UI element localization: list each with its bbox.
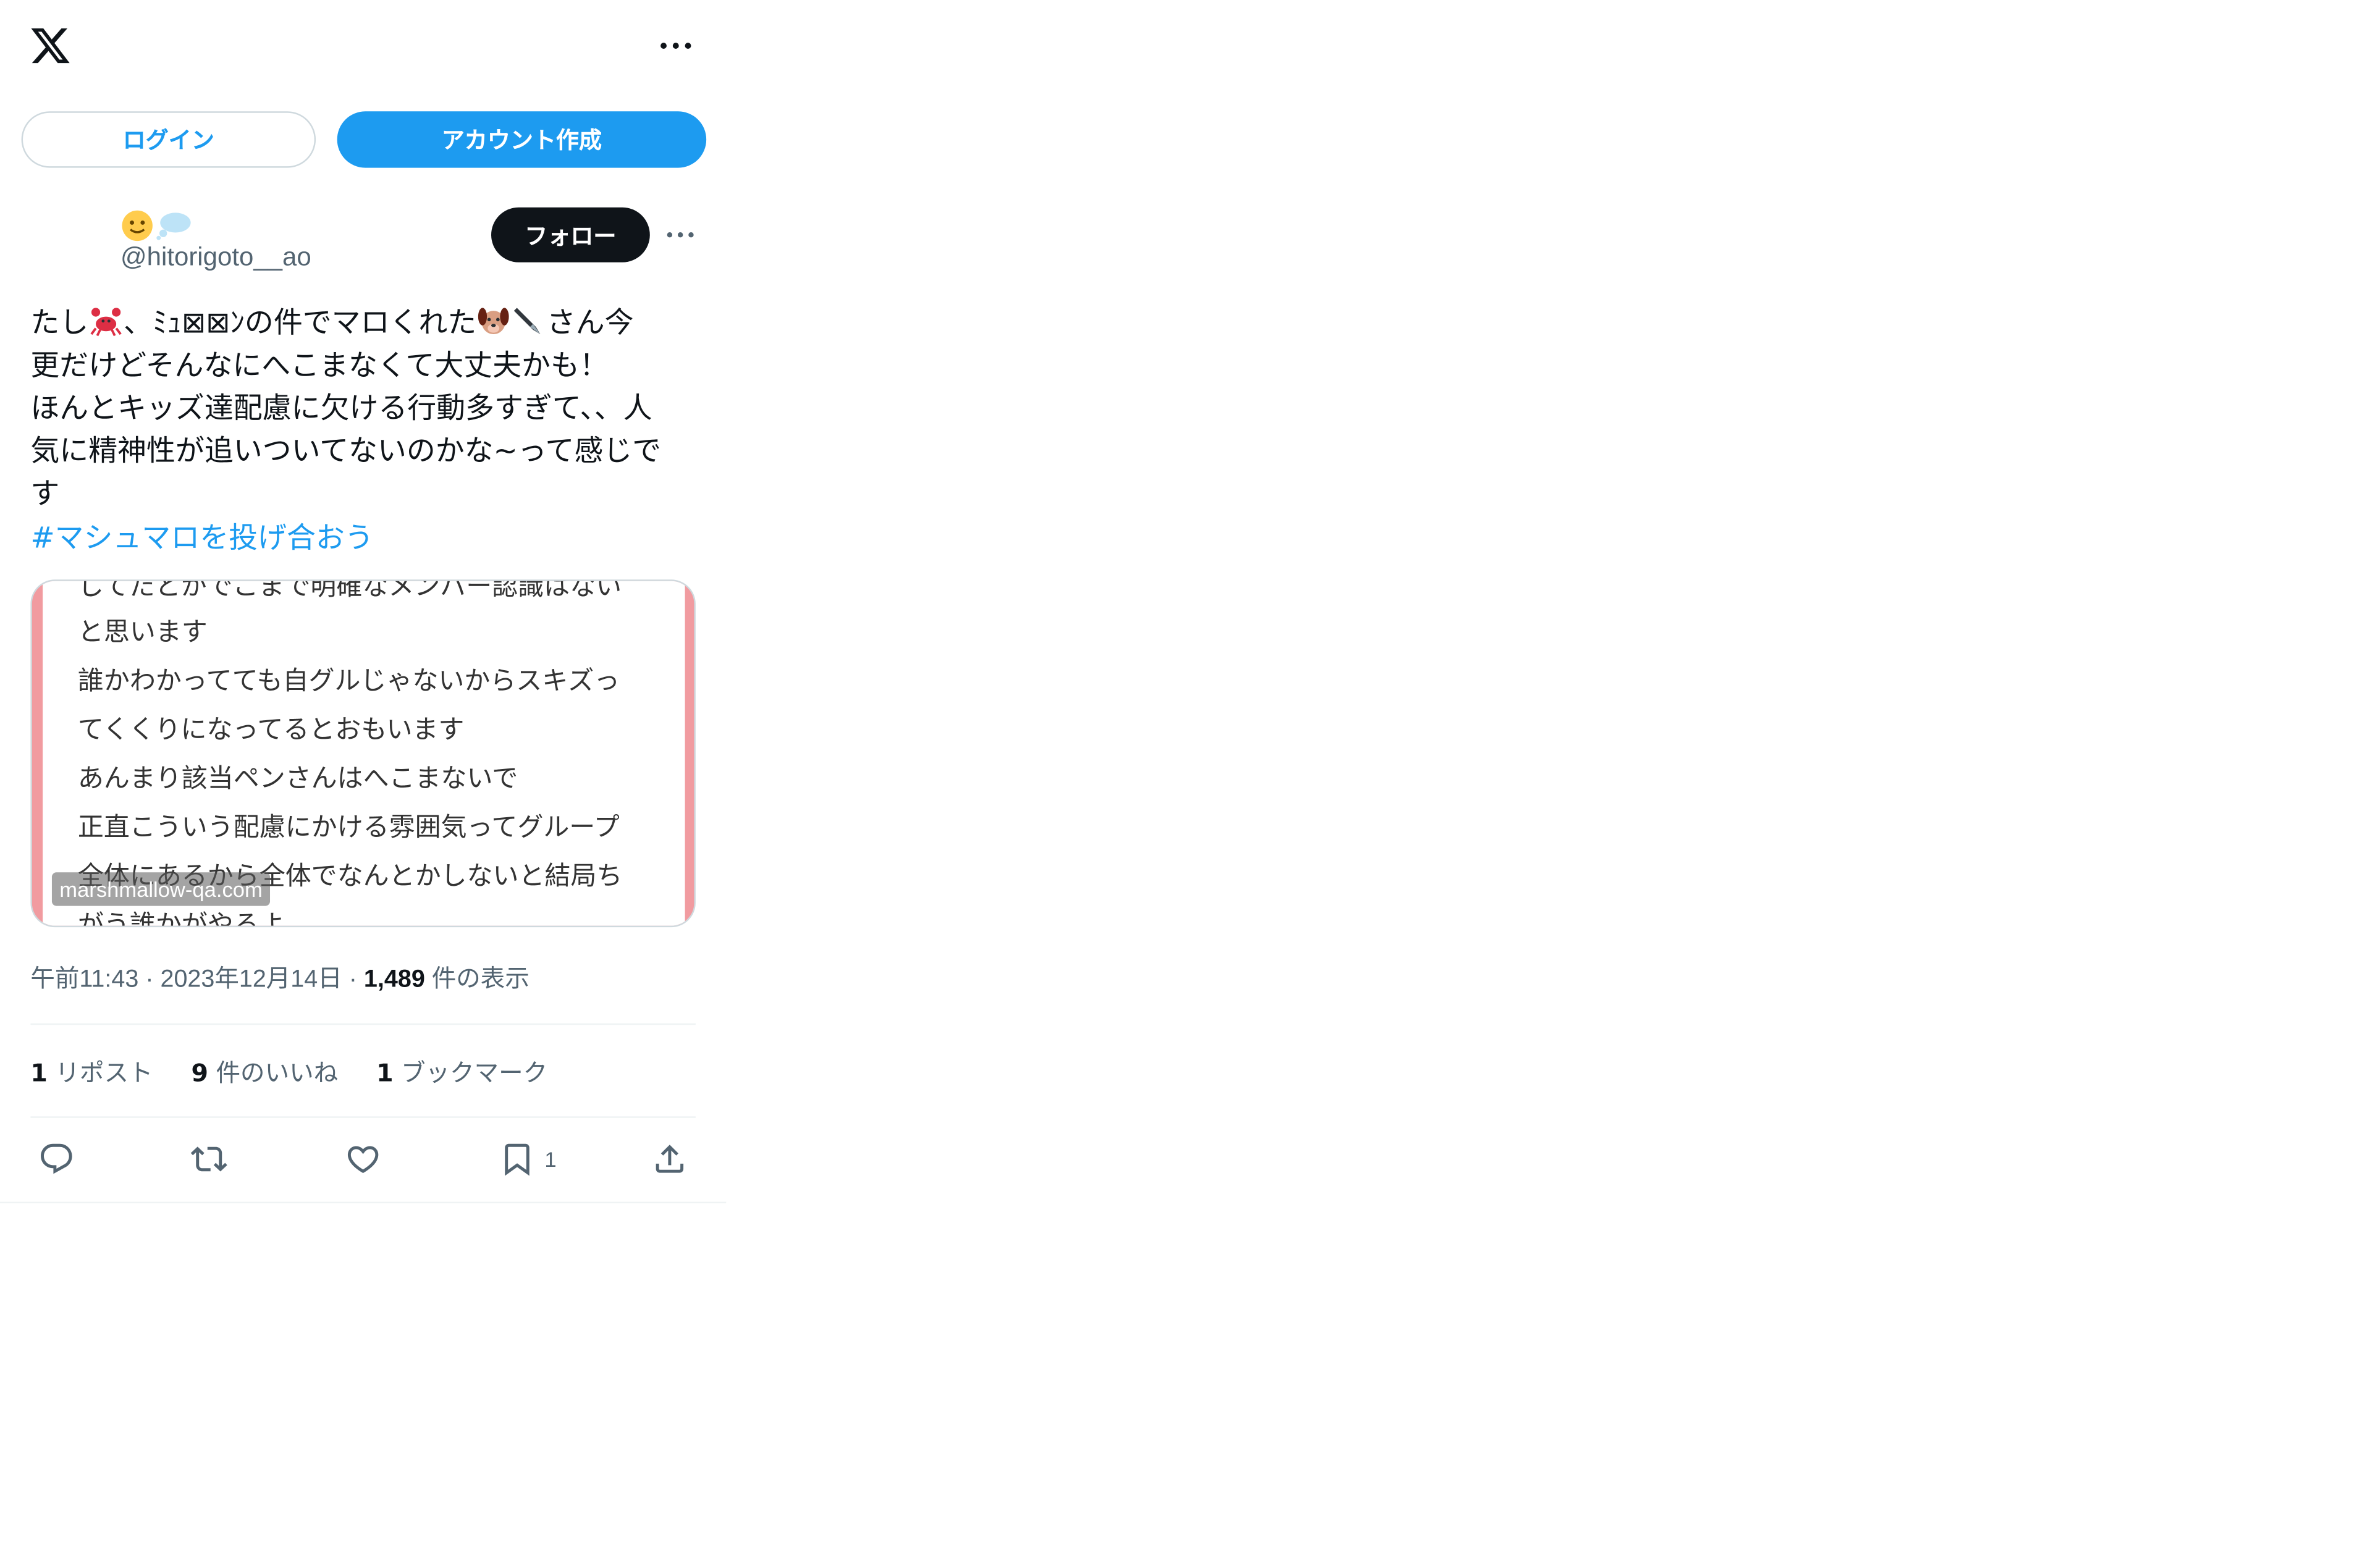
repost-icon: [190, 1146, 227, 1172]
post-more-icon[interactable]: [665, 221, 695, 248]
media-text-line: と思います: [77, 617, 208, 649]
crab-emoji: [90, 308, 122, 337]
hashtag-link[interactable]: #マシュマロを投げ合おう: [30, 517, 373, 560]
follow-button[interactable]: フォロー: [491, 207, 650, 263]
likes-label: 件のいいね: [216, 1058, 339, 1088]
more-horizontal-icon[interactable]: [657, 30, 694, 61]
slightly-smiling-face-emoji: [122, 210, 153, 242]
x-logo-icon[interactable]: [29, 25, 72, 67]
media-text-line: てくくりになってるとおもいます: [77, 715, 465, 746]
bookmarks-label: ブックマーク: [401, 1058, 548, 1088]
post-text-segment: たし: [30, 306, 89, 340]
share-icon: [656, 1145, 684, 1173]
pen-emoji: [514, 308, 541, 335]
bookmarks-count: 1: [376, 1058, 394, 1088]
reply-icon: [41, 1143, 72, 1174]
share-button[interactable]: [651, 1138, 688, 1180]
engagement-stats: 1 リポスト 9 件のいいね 1 ブックマーク: [30, 1053, 578, 1089]
media-text-line: してたとかでこまで明確なメンバー認識はない: [77, 579, 622, 603]
bookmark-icon: [505, 1143, 530, 1176]
post-column: ログイン アカウント作成 @hitorigoto__ao フォロー たし 、ﾐｭ…: [0, 0, 727, 1204]
view-count: 1,489: [363, 967, 425, 993]
media-text-line: 誰かわかってても自グルじゃないからスキズっ: [77, 666, 620, 697]
post-text-line: す: [30, 477, 60, 511]
media-text-line: がう誰かがやるよ、、: [77, 910, 324, 928]
create-account-button[interactable]: アカウント作成: [337, 111, 707, 168]
watermark-label: marshmallow-qa.com: [51, 872, 271, 906]
repost-button[interactable]: [190, 1138, 227, 1180]
likes-stat[interactable]: 9 件のいいね: [191, 1053, 338, 1089]
bookmark-count: 1: [544, 1146, 557, 1172]
display-name[interactable]: [120, 208, 192, 244]
post-time[interactable]: 午前11:43: [30, 967, 138, 993]
media-text-line: 正直こういう配慮にかける雰囲気ってグループ: [77, 812, 620, 844]
dog-face-emoji: [478, 308, 510, 335]
reposts-label: リポスト: [55, 1058, 153, 1088]
divider: [30, 1023, 696, 1025]
post-text-segment: 、ﾐｭ⊠⊠ﾝの件でマロくれた: [124, 306, 477, 340]
post-text: たし 、ﾐｭ⊠⊠ﾝの件でマロくれた さん今 更だけどそんなにへこまなくて大丈夫か…: [30, 302, 695, 516]
post-text-line: 気に精神性が追いついてないのかな~って感じで: [30, 434, 662, 468]
divider: [30, 1116, 696, 1118]
thought-balloon-emoji: [156, 212, 191, 240]
view-count-label: 件の表示: [431, 967, 530, 993]
reposts-stat[interactable]: 1 リポスト: [30, 1053, 153, 1089]
post-date[interactable]: 2023年12月14日: [160, 967, 342, 993]
post-text-line: 更だけどそんなにへこまなくて大丈夫かも！: [30, 349, 609, 383]
meta-separator: ·: [348, 967, 357, 993]
login-button[interactable]: ログイン: [21, 111, 316, 168]
divider: [0, 1201, 727, 1204]
post-text-line: ほんとキッズ達配慮に欠ける行動多すぎて、、人: [30, 392, 652, 426]
post-text-segment: さん今: [546, 306, 634, 340]
user-handle[interactable]: @hitorigoto__ao: [120, 243, 311, 273]
like-button[interactable]: [345, 1138, 381, 1180]
meta-separator: ·: [145, 967, 154, 993]
avatar[interactable]: [28, 206, 103, 279]
bookmark-button[interactable]: 1: [499, 1138, 557, 1180]
reply-button[interactable]: [38, 1138, 75, 1180]
reposts-count: 1: [30, 1058, 48, 1088]
media-text-line: あんまり該当ペンさんはへこまないで: [77, 763, 518, 795]
heart-icon: [347, 1146, 379, 1174]
bookmarks-stat[interactable]: 1 ブックマーク: [376, 1053, 547, 1089]
post-meta: 午前11:43 · 2023年12月14日 · 1,489 件の表示: [30, 958, 529, 994]
likes-count: 9: [191, 1058, 208, 1088]
